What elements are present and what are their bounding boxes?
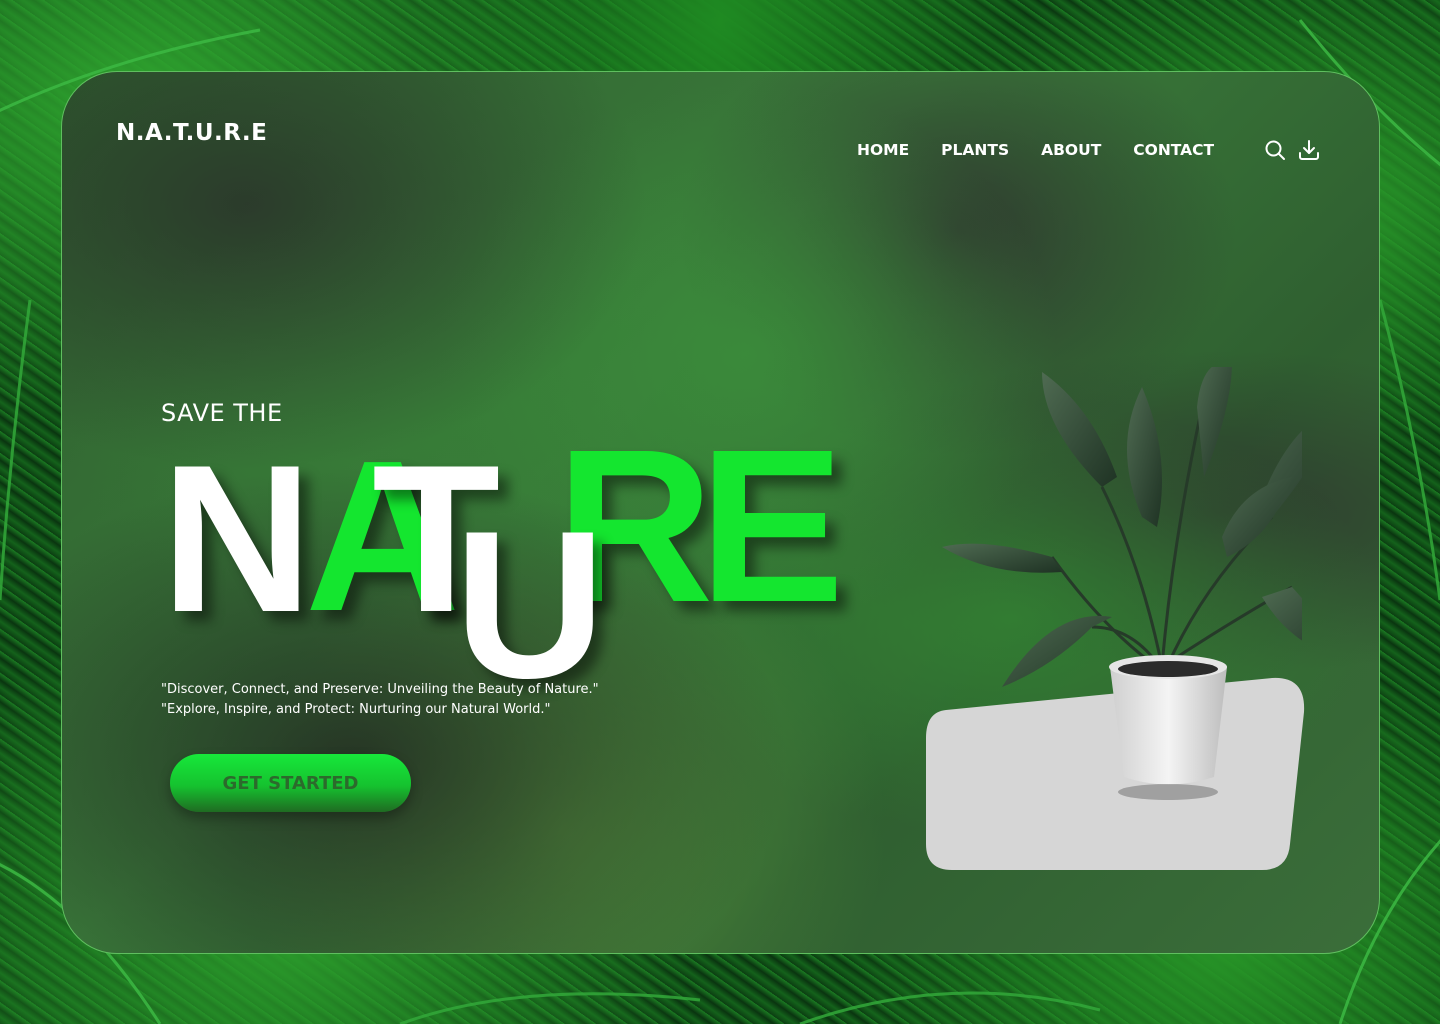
- hero-letter-u: U: [454, 487, 606, 722]
- potted-plant-image: [942, 367, 1302, 800]
- hero-tagline: "Discover, Connect, and Preserve: Unveil…: [161, 680, 599, 720]
- nav-contact[interactable]: CONTACT: [1133, 141, 1214, 159]
- nav-home[interactable]: HOME: [857, 141, 909, 159]
- hero-card: N.A.T.U.R.E HOME PLANTS ABOUT CONTACT SA…: [61, 71, 1380, 954]
- hero-letter-e: E: [699, 405, 845, 648]
- hero-letter-n: N: [161, 421, 313, 656]
- download-icon[interactable]: [1297, 138, 1321, 162]
- brand-logo[interactable]: N.A.T.U.R.E: [116, 120, 267, 146]
- tagline-line-2: "Explore, Inspire, and Protect: Nurturin…: [161, 702, 551, 717]
- search-icon[interactable]: [1263, 138, 1287, 162]
- nav-plants[interactable]: PLANTS: [941, 141, 1009, 159]
- main-nav: HOME PLANTS ABOUT CONTACT: [857, 141, 1214, 159]
- get-started-button[interactable]: GET STARTED: [170, 754, 411, 812]
- nav-about[interactable]: ABOUT: [1041, 141, 1101, 159]
- tagline-line-1: "Discover, Connect, and Preserve: Unveil…: [161, 682, 599, 697]
